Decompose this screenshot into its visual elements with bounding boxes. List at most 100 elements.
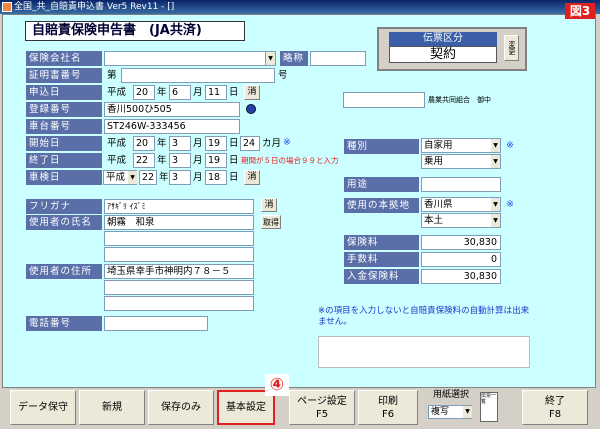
moushikomi-year[interactable]: 20 [133, 85, 155, 100]
form-area: 自賠責保険申告書 (JA共済) 図3 伝票区分 契約 変更 保険会社名 ▼ 略称… [2, 3, 596, 388]
shubetsu-select-2[interactable]: 乗用 [421, 154, 501, 169]
toroku-lookup-icon[interactable] [246, 104, 256, 114]
moushikomi-day[interactable]: 11 [205, 85, 227, 100]
kumiai-label: 農業共同組合 御中 [428, 96, 491, 104]
shinki-label: 新規 [102, 402, 122, 413]
moushikomi-era: 平成 [107, 87, 127, 98]
months-field[interactable]: 24 [240, 136, 260, 151]
function-bar: データ保守 新規 保存のみ 基本設定 ④ ページ設定 F5 印刷 F6 用紙選択 複… [2, 374, 596, 429]
chevron-down-icon[interactable]: ▼ [491, 198, 500, 211]
moushikomi-month[interactable]: 6 [169, 85, 191, 100]
jusho-field-2[interactable] [104, 280, 254, 295]
required-mark: ※ [283, 137, 291, 148]
shinki-button[interactable]: 新規 [79, 390, 145, 425]
unit-nen: 年 [159, 172, 169, 183]
furigana-field[interactable]: ｱｻｷﾞﾘ ｲｽﾞﾐ [104, 199, 254, 214]
hozon-nomi-button[interactable]: 保存のみ [148, 390, 214, 425]
hokenryo-field[interactable]: 30,830 [421, 235, 501, 250]
honkyo-select-1[interactable]: 香川県 [421, 197, 501, 212]
chevron-down-icon[interactable]: ▼ [265, 52, 275, 65]
label-moushikomi: 申込日 [26, 85, 102, 100]
app-window: 全国_共_自賠責申込書 Ver5 Rev11 - [] 自賠責保険申告書 (JA… [0, 0, 600, 429]
youto-field[interactable] [421, 177, 501, 192]
chevron-down-icon[interactable]: ▼ [491, 214, 500, 227]
label-hokenryo: 保険料 [344, 235, 419, 250]
honkyo-select-2[interactable]: 本土 [421, 213, 501, 228]
chevron-down-icon[interactable]: ▼ [491, 139, 500, 152]
kumiai-field[interactable] [343, 92, 425, 108]
furigana-clear-button[interactable]: 消 [261, 198, 277, 212]
label-denwa: 電話番号 [26, 316, 102, 331]
label-ryakusho: 略称 [280, 51, 308, 66]
figure-badge: 図3 [565, 3, 595, 19]
shomeisho-prefix: 第 [107, 70, 117, 81]
denpyo-change-button[interactable]: 変更 [504, 35, 519, 61]
toroku-field[interactable]: 香川500ひ505 [104, 102, 240, 117]
shaken-month[interactable]: 3 [169, 170, 191, 185]
insatsu-key: F6 [381, 408, 395, 420]
shimei-field-3[interactable] [104, 247, 254, 262]
nyukin-field[interactable]: 30,830 [421, 269, 501, 284]
denwa-field[interactable] [104, 316, 208, 331]
tesuryo-field[interactable]: 0 [421, 252, 501, 267]
unit-nen: 年 [157, 138, 167, 149]
denpyo-box: 伝票区分 契約 変更 [377, 27, 527, 71]
kaishi-year[interactable]: 20 [133, 136, 155, 151]
unit-hi: 日 [229, 172, 239, 183]
shimei-get-button[interactable]: 取得 [261, 215, 281, 229]
shuryo-button[interactable]: 終了 F8 [522, 390, 588, 425]
data-hozon-label: データ保守 [18, 402, 68, 413]
label-shimei: 使用者の氏名 [26, 215, 102, 230]
shaken-era-chevron-icon[interactable]: ▼ [128, 171, 137, 184]
denpyo-label: 伝票区分 [389, 32, 497, 46]
chevron-down-icon[interactable]: ▼ [491, 155, 500, 168]
slip-list-icon-label: 伝票一覧 [481, 393, 497, 405]
page-settei-label: ページ設定 [297, 395, 347, 407]
shuryo-year[interactable]: 22 [133, 153, 155, 168]
unit-hi: 日 [229, 155, 239, 166]
required-mark: ※ [506, 140, 514, 151]
label-toroku: 登録番号 [26, 102, 102, 117]
shuryo-day[interactable]: 19 [205, 153, 227, 168]
slip-list-icon[interactable]: 伝票一覧 [480, 392, 498, 422]
page-settei-key: F5 [315, 408, 329, 420]
kaishi-day[interactable]: 19 [205, 136, 227, 151]
form-title: 自賠責保険申告書 (JA共済) [25, 21, 245, 41]
unit-nen: 年 [157, 155, 167, 166]
unit-tsuki: 月 [193, 155, 203, 166]
shubetsu-select-1[interactable]: 自家用 [421, 138, 501, 153]
chevron-down-icon[interactable]: ▼ [463, 406, 472, 418]
kaishi-month[interactable]: 3 [169, 136, 191, 151]
shuryo-label: 終了 [545, 395, 565, 407]
shimei-field-2[interactable] [104, 231, 254, 246]
ryakusho-field[interactable] [310, 51, 366, 66]
unit-tsuki: 月 [193, 138, 203, 149]
window-title: 全国_共_自賠責申込書 Ver5 Rev11 - [] [14, 2, 175, 12]
shomeisho-field[interactable] [121, 68, 275, 83]
insatsu-button[interactable]: 印刷 F6 [358, 390, 418, 425]
shuryo-key: F8 [548, 408, 562, 420]
memo-box[interactable] [318, 336, 530, 368]
unit-nen: 年 [157, 87, 167, 98]
shaken-clear-button[interactable]: 消 [244, 170, 260, 185]
page-settei-button[interactable]: ページ設定 F5 [289, 390, 355, 425]
months-unit: カ月 [262, 138, 282, 149]
jusho-field[interactable]: 埼玉県幸手市神明内７８－５ [104, 264, 254, 279]
moushikomi-clear-button[interactable]: 消 [244, 85, 260, 100]
kihon-settei-label: 基本設定 [226, 402, 266, 413]
shaken-year[interactable]: 22 [139, 170, 157, 185]
label-honkyo: 使用の本拠地 [344, 198, 419, 213]
denpyo-value[interactable]: 契約 [389, 46, 497, 63]
label-shubetsu: 種別 [344, 139, 419, 154]
data-hozon-button[interactable]: データ保守 [10, 390, 76, 425]
unit-tsuki: 月 [193, 87, 203, 98]
shaken-day[interactable]: 18 [205, 170, 227, 185]
shadai-field[interactable]: ST246W-333456 [104, 119, 240, 134]
hoken-gaisha-select[interactable]: ▼ [104, 51, 276, 66]
shuryo-month[interactable]: 3 [169, 153, 191, 168]
period-note: 期間が５日の場合９９と入力 [241, 156, 339, 165]
jusho-field-3[interactable] [104, 296, 254, 311]
label-shadai: 車台番号 [26, 119, 102, 134]
hozon-nomi-label: 保存のみ [161, 402, 201, 413]
shimei-field[interactable]: 朝霧 和泉 [104, 215, 254, 230]
